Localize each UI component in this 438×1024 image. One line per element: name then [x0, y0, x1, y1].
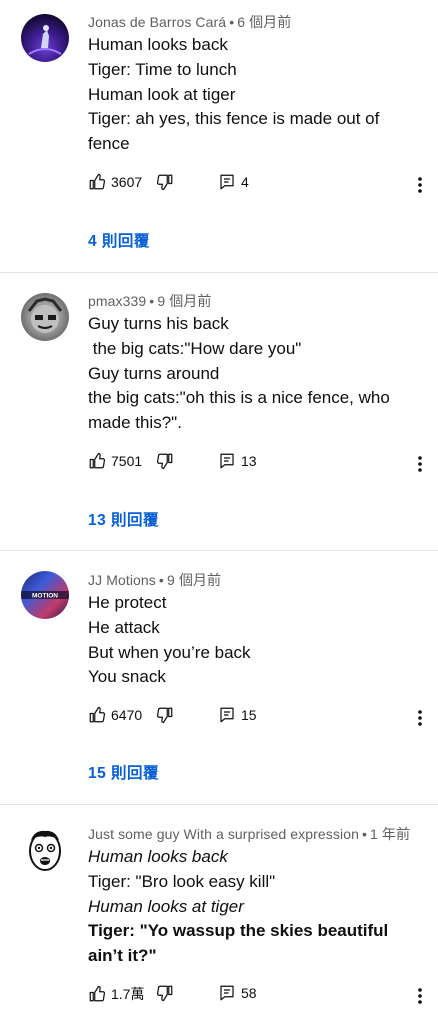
avatar[interactable] [21, 14, 69, 62]
comment-actions: 3607 4 [88, 173, 428, 197]
comment-text: Human looks back Tiger: Time to lunch Hu… [88, 33, 413, 157]
avatar[interactable] [21, 826, 69, 874]
comment-line: Guy turns around [88, 363, 220, 383]
view-replies-button[interactable]: 15 則回覆 [88, 761, 159, 783]
dislike-button[interactable] [156, 452, 174, 470]
reply-count: 15 [241, 707, 257, 723]
comment-line: He protect [88, 593, 167, 612]
more-options-button[interactable] [410, 986, 430, 1006]
comment-line: Tiger: Time to lunch [88, 59, 237, 79]
reply-button[interactable]: 15 [218, 706, 257, 724]
meta-separator: • [158, 572, 164, 588]
author-name[interactable]: pmax339 [88, 293, 146, 309]
author-name[interactable]: JJ Motions [88, 572, 156, 588]
reply-count: 13 [241, 453, 257, 469]
thumbs-up-icon [89, 173, 106, 190]
reply-count: 4 [241, 174, 249, 190]
reply-button[interactable]: 4 [218, 173, 249, 191]
comment-line: But when you’re back [88, 642, 251, 662]
meta-separator: • [229, 14, 235, 30]
comment-line: the big cats:"oh this is a nice fence, w… [88, 388, 390, 408]
comment-line: He attack [88, 617, 160, 637]
more-options-button[interactable] [410, 454, 430, 474]
like-button[interactable]: 6470 [88, 706, 142, 724]
comment-line: Tiger: "Bro look easy kill" [88, 871, 276, 891]
more-vertical-icon [418, 456, 422, 472]
meta-separator: • [362, 826, 368, 842]
dislike-button[interactable] [156, 706, 174, 724]
comment-actions: 7501 13 [88, 452, 428, 476]
comment-item: pmax339 • 9 個月前 Guy turns his back the big… [0, 272, 438, 550]
comment-meta: JJ Motions • 9 個月前 [88, 570, 221, 590]
comment-item: Just some guy With a surprised expressio… [0, 804, 438, 1024]
like-count: 6470 [111, 707, 143, 723]
like-button[interactable]: 7501 [88, 452, 142, 470]
comment-line: fence [88, 134, 130, 154]
comment-time: 9 個月前 [157, 293, 212, 309]
comment-line: Human looks back [88, 35, 228, 54]
comment-line: made this?". [88, 413, 182, 433]
surprised-face-icon [29, 830, 61, 871]
dislike-button[interactable] [156, 984, 174, 1002]
author-name[interactable]: Jonas de Barros Cará [88, 14, 226, 30]
reply-button[interactable]: 13 [218, 452, 257, 470]
comment-actions: 1.7萬 58 [88, 984, 428, 1008]
like-button[interactable]: 3607 [88, 173, 142, 191]
avatar-figure-icon [28, 25, 62, 55]
reply-comment-icon [220, 707, 234, 723]
view-replies-button[interactable]: 4 則回覆 [88, 229, 150, 251]
avatar[interactable]: MOTION [21, 571, 69, 619]
comment-meta: pmax339 • 9 個月前 [88, 291, 212, 311]
comment-line: Human look at tiger [88, 84, 236, 104]
comment-text: Human looks back Tiger: "Bro look easy k… [88, 845, 413, 969]
more-options-button[interactable] [410, 175, 430, 195]
reply-comment-icon [220, 453, 234, 469]
avatar[interactable] [21, 293, 69, 341]
comment-line: the big cats:"How dare you" [88, 338, 302, 358]
more-vertical-icon [418, 177, 422, 193]
more-vertical-icon [418, 710, 422, 726]
comment-actions: 6470 15 [88, 706, 428, 730]
reply-comment-icon [220, 174, 234, 190]
comment-meta: Just some guy With a surprised expressio… [88, 824, 410, 844]
thumbs-up-icon [89, 452, 106, 469]
comment-line: Tiger: "Yo wassup the skies beautiful [88, 921, 389, 941]
avatar-logo-text: MOTION [32, 593, 58, 600]
like-button[interactable]: 1.7萬 [88, 984, 144, 1004]
thumbs-up-icon [89, 706, 106, 723]
comment-line: Guy turns his back [88, 314, 229, 333]
comment-item: Jonas de Barros Cará • 6 個月前 Human looks b… [0, 0, 438, 272]
comment-line: Human looks back [88, 847, 228, 866]
comment-text: Guy turns his back the big cats:"How dar… [88, 312, 413, 436]
comment-time: 6 個月前 [237, 14, 292, 30]
meta-separator: • [149, 293, 155, 309]
reply-count: 58 [241, 985, 257, 1001]
thumbs-down-icon [156, 707, 173, 724]
comment-time: 9 個月前 [166, 572, 222, 588]
comment-line: ain’t it?" [88, 946, 157, 966]
thumbs-up-icon [89, 985, 106, 1002]
comment-time: 1 年前 [370, 826, 411, 842]
dislike-button[interactable] [156, 173, 174, 191]
comment-line: You snack [88, 667, 166, 687]
like-count: 3607 [111, 174, 143, 190]
thumbs-down-icon [156, 985, 173, 1002]
more-vertical-icon [418, 988, 422, 1004]
thumbs-down-icon [156, 453, 173, 470]
like-count: 1.7萬 [111, 986, 145, 1002]
comment-text: He protect He attack But when you’re bac… [88, 591, 413, 690]
more-options-button[interactable] [410, 708, 430, 728]
like-count: 7501 [111, 453, 143, 469]
avatar-logo-icon: MOTION [21, 591, 69, 600]
comment-item: MOTION JJ Motions • 9 個月前 He protect He at… [0, 550, 438, 804]
comment-line: Human looks at tiger [88, 896, 244, 916]
comment-meta: Jonas de Barros Cará • 6 個月前 [88, 12, 291, 32]
reply-button[interactable]: 58 [218, 984, 257, 1002]
author-name[interactable]: Just some guy With a surprised expressio… [88, 826, 359, 842]
reply-comment-icon [220, 985, 234, 1001]
avatar-face-icon [27, 297, 63, 333]
comment-line: Tiger: ah yes, this fence is made out of [88, 109, 380, 129]
view-replies-button[interactable]: 13 則回覆 [88, 508, 159, 530]
thumbs-down-icon [156, 174, 173, 191]
